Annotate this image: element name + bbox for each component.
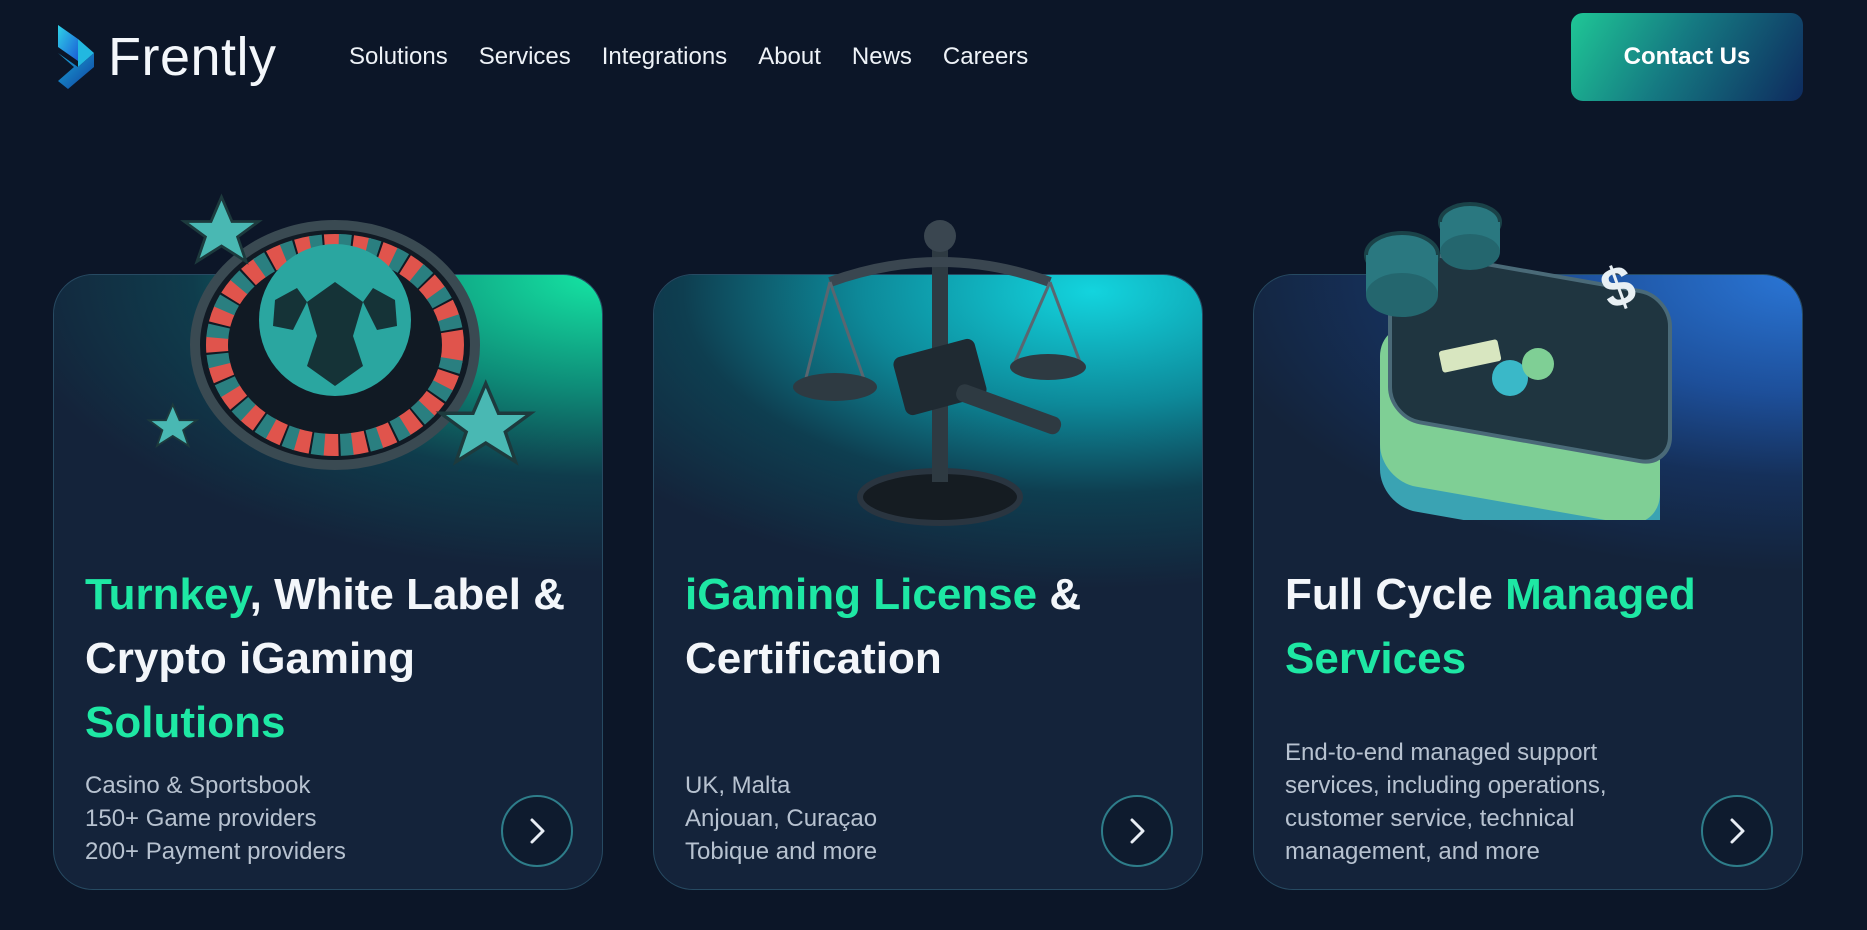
card-description: Casino & Sportsbook 150+ Game providers …	[85, 769, 465, 868]
roulette-soccer-ball-icon	[146, 193, 536, 470]
nav-item-solutions[interactable]: Solutions	[349, 40, 448, 74]
card-desc-line: UK, Malta	[685, 772, 791, 799]
main-nav: Solutions Services Integrations About Ne…	[349, 40, 1059, 74]
card-arrow-button[interactable]	[1701, 795, 1773, 867]
scales-gavel-icon	[793, 220, 1086, 526]
site-header: Frently Solutions Services Integrations …	[0, 0, 1867, 115]
card-desc-line: customer service, technical	[1285, 805, 1575, 832]
card-title-accent: Turnkey	[85, 570, 250, 619]
card-desc-line: End-to-end managed support	[1285, 739, 1598, 766]
card-arrow-button[interactable]	[1101, 795, 1173, 867]
card-title: Full Cycle Managed Services	[1285, 563, 1785, 691]
card-desc-line: management, and more	[1285, 838, 1540, 865]
card-title: iGaming License & Certification	[685, 563, 1185, 691]
chevron-right-icon	[1730, 818, 1745, 844]
chevron-right-icon	[530, 818, 545, 844]
contact-us-button[interactable]: Contact Us	[1571, 13, 1803, 101]
nav-item-about[interactable]: About	[758, 40, 821, 74]
chevron-right-icon	[1130, 818, 1145, 844]
card-description: End-to-end managed support services, inc…	[1285, 736, 1665, 868]
card-arrow-button[interactable]	[501, 795, 573, 867]
card-title: Turnkey, White Label & Crypto iGaming So…	[85, 563, 585, 755]
nav-item-services[interactable]: Services	[479, 40, 571, 74]
brand-name: Frently	[108, 27, 277, 87]
card-desc-line: Tobique and more	[685, 838, 878, 865]
brand-logo[interactable]: Frently	[54, 22, 277, 92]
wallet-card-coins-icon: $	[1364, 202, 1672, 520]
card-desc-line: Anjouan, Curaçao	[685, 805, 878, 832]
card-desc-line: services, including operations,	[1285, 772, 1607, 799]
frently-logo-icon	[58, 25, 94, 89]
card-title-accent: Solutions	[85, 698, 286, 747]
nav-item-integrations[interactable]: Integrations	[602, 40, 727, 74]
card-desc-line: Casino & Sportsbook	[85, 772, 311, 799]
nav-item-news[interactable]: News	[852, 40, 912, 74]
card-title-text: Full Cycle	[1285, 570, 1506, 619]
card-description: UK, Malta Anjouan, Curaçao Tobique and m…	[685, 769, 1065, 868]
card-desc-line: 200+ Payment providers	[85, 838, 346, 865]
nav-item-careers[interactable]: Careers	[943, 40, 1028, 74]
card-desc-line: 150+ Game providers	[85, 805, 317, 832]
card-title-accent: iGaming License	[685, 570, 1038, 619]
